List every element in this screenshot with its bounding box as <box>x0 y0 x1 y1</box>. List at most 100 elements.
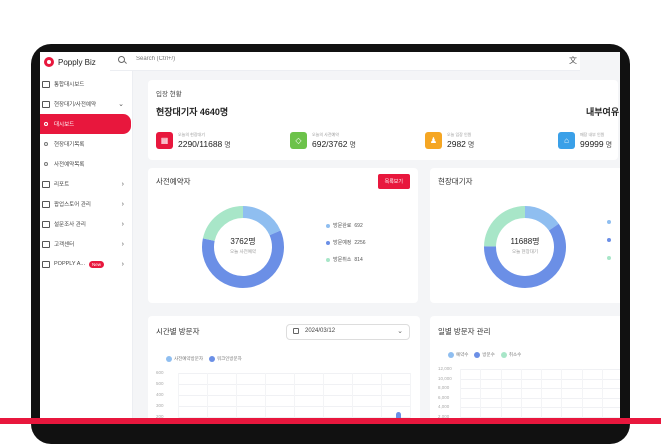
sidebar-nav: 통합대시보드 현장대기/사전예약 ⌄ 대시보드 현장대기목록 사전예약목록 리포트 › 팝업스토… <box>40 74 132 274</box>
sidebar-item[interactable]: 설문조사 관리 › <box>40 214 132 234</box>
sidebar-item[interactable]: 리포트 › <box>40 174 132 194</box>
bullet-icon <box>44 142 48 146</box>
legend-value: 692 <box>354 222 363 229</box>
view-list-button[interactable]: 목록보기 <box>377 174 410 189</box>
onsite-card: 현장대기자 11688명 오늘 현장대기 <box>430 168 620 303</box>
bullet-icon <box>44 162 48 166</box>
chevron-down-icon: ⌄ <box>397 328 403 335</box>
translate-icon[interactable]: 文 <box>569 55 577 66</box>
legend-item: 방문완료 692 <box>326 222 363 229</box>
sidebar-item[interactable]: 현장대기/사전예약 ⌄ <box>40 94 132 114</box>
legend-dot <box>474 352 481 358</box>
sidebar-item[interactable]: 통합대시보드 <box>40 74 132 94</box>
gridline <box>207 373 208 424</box>
sidebar-item[interactable]: 대시보드 <box>40 114 131 134</box>
legend-dot <box>448 352 454 358</box>
legend-label: 워크인방문자 <box>216 356 242 361</box>
sidebar-item[interactable]: 팝업스토어 관리 › <box>40 194 132 214</box>
bullet-icon <box>44 122 48 126</box>
sidebar-item-label: POPPLY A... <box>54 261 85 267</box>
sidebar-item-label: 대시보드 <box>54 122 75 128</box>
accent-line <box>0 418 661 424</box>
daily-visitors-title: 일별 방문자 관리 <box>438 327 491 336</box>
gridline <box>561 369 563 424</box>
gridline <box>480 369 482 424</box>
stat-value: 692/3762 <box>312 139 348 149</box>
legend-dot <box>500 352 507 358</box>
legend-item: 방문예정 2256 <box>326 239 366 246</box>
stat-value-group: 692/3762 명 <box>312 139 356 150</box>
wrench-icon <box>42 240 50 248</box>
legend-item: 방문수 <box>474 352 495 358</box>
stat-label: 오늘의 사전예약 <box>312 132 339 137</box>
stat-value-group: 99999 명 <box>580 139 612 150</box>
y-tick-label: 12,000 <box>438 366 452 371</box>
reservation-title: 사전예약자 <box>156 177 191 186</box>
gridline <box>601 369 603 424</box>
onsite-waiting-title: 현장대기자 4640명 <box>156 107 229 117</box>
y-tick-label: 500 <box>156 381 164 386</box>
stat-value: 99999 <box>580 139 604 149</box>
chevron-down-icon: ⌄ <box>118 101 124 108</box>
gridline <box>352 373 353 424</box>
stat-item: ▦ 오늘의 현장대기 2290/11688 명 <box>156 132 276 150</box>
entry-status-card: 입장 현황 현장대기자 4640명 내부여유 ▦ 오늘의 현장대기 2290/116… <box>148 80 620 160</box>
ticket-icon: ◇ <box>290 132 307 149</box>
sidebar-item[interactable]: 현장대기목록 <box>40 134 132 154</box>
hourly-visitors-card: 시간별 방문자 2024/03/12 ⌄ 사전예약방문자 워크인방문자 600 50… <box>148 316 420 424</box>
gridline <box>460 369 620 370</box>
store-icon <box>42 200 50 208</box>
sidebar: Popply Biz 통합대시보드 현장대기/사전예약 ⌄ 대시보드 현장대기목록 사전예… <box>40 52 133 424</box>
gridline <box>581 369 583 424</box>
legend-item: 사전예약방문자 <box>166 356 203 362</box>
gridline <box>460 407 620 408</box>
app-screen: Popply Biz 통합대시보드 현장대기/사전예약 ⌄ 대시보드 현장대기목록 사전예… <box>40 52 620 424</box>
gridline <box>323 373 324 424</box>
legend-label: 방문완료 <box>333 223 352 229</box>
stat-value-group: 2290/11688 명 <box>178 139 231 150</box>
legend-dot <box>166 356 172 362</box>
gridline <box>460 388 620 389</box>
stat-value: 2290/11688 <box>178 139 223 149</box>
stat-unit: 명 <box>467 142 475 149</box>
stat-label: 오늘의 현장대기 <box>178 132 205 137</box>
donut-slice <box>524 206 559 231</box>
gridline <box>236 373 237 424</box>
sidebar-item[interactable]: POPPLY A... New › <box>40 254 132 274</box>
stat-unit: 명 <box>605 142 613 149</box>
gridline <box>541 369 542 424</box>
internal-capacity-title: 내부여유 <box>586 107 620 117</box>
y-tick-label: 8,000 <box>438 385 450 390</box>
stat-label: 오늘 입장 인원 <box>447 132 472 137</box>
hourly-legend: 사전예약방문자 워크인방문자 <box>166 356 248 362</box>
sidebar-item[interactable]: 사전예약목록 <box>40 154 132 174</box>
legend-label: 방문취소 <box>333 257 352 263</box>
daily-legend: 예약수 방문수 취소수 <box>448 352 527 358</box>
legend-label: 방문예정 <box>333 240 352 246</box>
gridline <box>460 369 461 424</box>
onsite-total: 11688명 <box>510 237 540 246</box>
legend-label: 예약수 <box>456 352 469 357</box>
sidebar-item[interactable]: 고객센터 › <box>40 234 132 254</box>
search-input[interactable] <box>134 55 338 63</box>
stat-label: 매장 내부 인원 <box>580 132 605 137</box>
trophy-icon <box>42 260 50 268</box>
search-icon <box>118 56 125 63</box>
chevron-right-icon: › <box>121 200 124 208</box>
legend-item: 예약수 <box>448 352 468 358</box>
date-selector[interactable]: 2024/03/12 ⌄ <box>286 324 410 340</box>
chevron-right-icon: › <box>121 180 124 188</box>
gridline <box>460 378 620 380</box>
gridline <box>178 373 179 424</box>
hourly-visitors-title: 시간별 방문자 <box>156 327 200 336</box>
chevron-right-icon: › <box>121 260 124 268</box>
gridline <box>500 369 502 424</box>
gridline <box>265 373 266 424</box>
sidebar-item-label: 사전예약목록 <box>54 162 85 168</box>
y-tick-label: 4,000 <box>438 404 450 409</box>
gridline <box>410 373 411 424</box>
stat-unit: 명 <box>349 142 356 149</box>
store-icon: ▦ <box>156 132 173 149</box>
sidebar-item-label: 리포트 <box>54 182 70 188</box>
y-tick-label: 10,000 <box>438 375 452 381</box>
